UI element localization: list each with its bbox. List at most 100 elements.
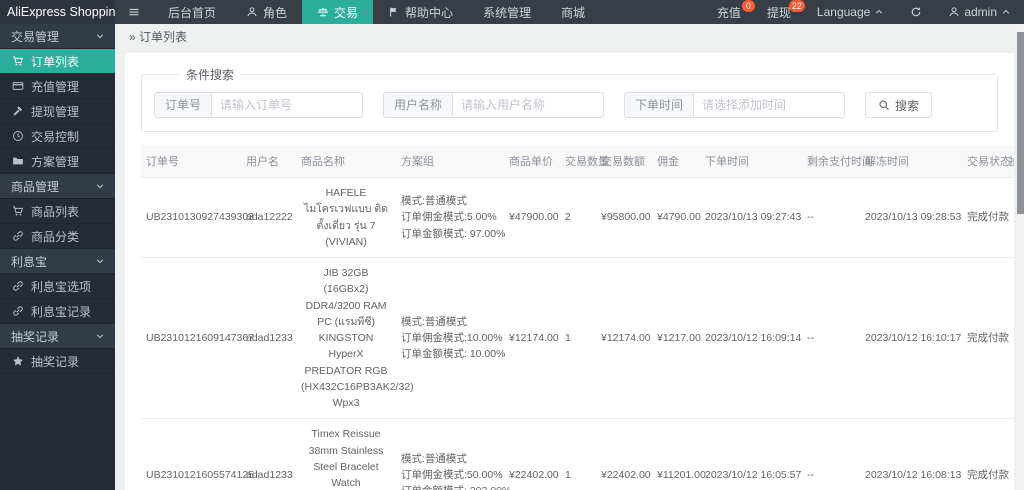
order-no-field-label: 订单号: [154, 92, 212, 118]
refresh-icon: [910, 6, 922, 18]
top-nav: 后台首页 角色 交易 帮助中心 系统管理 商城: [153, 0, 600, 24]
withdraw-menu-item[interactable]: 提现 22: [754, 0, 805, 24]
language-label: Language: [816, 5, 871, 19]
sidebar-item-plan-manage[interactable]: 方案管理: [0, 149, 115, 174]
username-label: admin: [964, 5, 997, 19]
table-row: UB2310121605574125 adad1233 Timex Reissue …: [141, 418, 1014, 490]
chevron-up-icon: [1001, 7, 1011, 17]
sidebar-item-label: 抽奖记录: [31, 354, 80, 369]
cell-unfreeze-time: 2023/10/12 16:10:17: [860, 257, 962, 420]
search-panel-legend: 条件搜索: [186, 68, 235, 82]
cell-plan: 模式:普通模式 订单佣金模式:10.00% 订单金额模式: 10.00%: [396, 257, 506, 420]
cell-commission: ¥4790.00: [652, 177, 701, 259]
col-order-time: 下单时间: [700, 145, 802, 178]
plan-line: 订单金额模式: 10.00%: [401, 348, 506, 361]
search-icon: [878, 99, 890, 111]
cell-username: adad1233: [241, 257, 296, 420]
cell-amount: ¥95800.00: [596, 177, 652, 259]
sidebar-item-product-list[interactable]: 商品列表: [0, 199, 115, 224]
cell-username: adad1233: [241, 418, 296, 490]
cell-unit-price: ¥22402.00: [504, 418, 560, 490]
app-logo: AliExpress Shopping...: [0, 0, 115, 24]
plan-line: 订单佣金模式:50.00%: [401, 469, 503, 482]
cell-order-no: UB2310121609147367: [141, 257, 254, 420]
sidebar-group-product-group[interactable]: 商品管理: [0, 174, 115, 199]
sidebar-group-trade-group[interactable]: 交易管理: [0, 24, 115, 49]
plan-line: 订单金额模式: 97.00%: [401, 227, 506, 240]
table-head-row: 订单号 用户名 商品名称 方案组 商品单价 交易数量 交易数额 佣金 下单时间 剩余支付时间 解冻时…: [141, 145, 1014, 178]
withdraw-badge: 22: [788, 0, 805, 12]
clock-icon: [12, 130, 24, 142]
link-icon: [12, 280, 24, 292]
sidebar-group-interest-group[interactable]: 利息宝: [0, 249, 115, 274]
sidebar-item-label: 方案管理: [31, 154, 80, 169]
plan-line: 订单金额模式: 202.00%: [401, 483, 511, 490]
scales-icon: [317, 6, 329, 18]
nav-item-label: 后台首页: [168, 5, 217, 20]
search-panel: 条件搜索 订单号 用户名称 下单时间 搜索: [141, 66, 998, 132]
nav-item-roles[interactable]: 角色: [231, 0, 302, 24]
sidebar-item-label: 充值管理: [31, 79, 80, 94]
user-menu[interactable]: admin: [935, 0, 1024, 24]
sidebar-item-interest-records[interactable]: 利息宝记录: [0, 299, 115, 324]
scrollbar-thumb[interactable]: [1017, 32, 1024, 214]
language-dropdown[interactable]: Language: [804, 0, 897, 24]
cell-plan: 模式:普通模式订单佣金模式:50.00%订单金额模式: 202.00%: [396, 418, 511, 490]
folder-icon: [12, 155, 24, 167]
nav-item-mall[interactable]: 商城: [546, 0, 600, 24]
nav-item-home[interactable]: 后台首页: [153, 0, 231, 24]
cell-product: Timex Reissue 38mm Stainless Steel Brace…: [296, 418, 396, 490]
cell-unfreeze-time: 2023/10/13 09:28:53: [860, 177, 962, 259]
nav-item-system[interactable]: 系统管理: [468, 0, 546, 24]
star-icon: [12, 355, 24, 367]
cell-unit-price: ¥12174.00: [504, 257, 560, 420]
table-body: UB2310130927439303 ada12222 HAFELE ไมโครเว…: [141, 177, 1014, 490]
cell-status: 完成付款: [962, 257, 1009, 420]
plan-line: 订单佣金模式:5.00%: [401, 211, 497, 224]
sidebar-group-lottery-group[interactable]: 抽奖记录: [0, 324, 115, 349]
sidebar-toggle-button[interactable]: [115, 0, 153, 24]
sidebar-item-label: 利息宝选项: [31, 279, 92, 294]
refresh-button[interactable]: [897, 0, 935, 24]
cell-amount: ¥22402.00: [596, 418, 652, 490]
breadcrumb: » 订单列表: [115, 24, 1024, 51]
sidebar-item-order-list[interactable]: 订单列表: [0, 49, 115, 74]
nav-item-trade[interactable]: 交易: [302, 0, 374, 24]
sidebar-item-trade-control[interactable]: 交易控制: [0, 124, 115, 149]
nav-item-help[interactable]: 帮助中心: [373, 0, 468, 24]
recharge-menu-item[interactable]: 充值 0: [704, 0, 755, 24]
person-icon: [246, 6, 258, 18]
search-button[interactable]: 搜索: [865, 92, 933, 118]
sidebar-item-withdraw-manage[interactable]: 提现管理: [0, 99, 115, 124]
chevron-down-icon: [95, 181, 105, 191]
plan-line: 模式:普通模式: [401, 195, 467, 208]
cell-unfreeze-time: 2023/10/12 16:08:13: [860, 418, 962, 490]
sidebar-item-recharge-manage[interactable]: 充值管理: [0, 74, 115, 99]
order-time-input[interactable]: [693, 92, 846, 118]
cell-username: ada12222: [241, 177, 296, 259]
cell-qty: 1: [560, 257, 596, 420]
sidebar-item-label: 商品列表: [31, 204, 80, 219]
vertical-scrollbar[interactable]: [1017, 24, 1024, 490]
col-commission: 佣金: [652, 145, 700, 178]
sidebar-item-product-category[interactable]: 商品分类: [0, 224, 115, 249]
sidebar-item-lottery-records[interactable]: 抽奖记录: [0, 349, 115, 374]
cell-product: HAFELE ไมโครเวฟแบบ ติดตั้งเดี่ยว รุ่น 7 …: [296, 177, 396, 259]
username-field-group: 用户名称: [383, 92, 605, 118]
topbar-right: 充值 0 提现 22 Language admin: [704, 0, 1024, 24]
sidebar-item-interest-options[interactable]: 利息宝选项: [0, 274, 115, 299]
table-row: UB2310121609147367 adad1233 JIB 32GB (16GB…: [141, 257, 1014, 420]
sidebar-group-label: 商品管理: [11, 179, 60, 194]
chevron-down-icon: [95, 256, 105, 266]
order-no-input[interactable]: [211, 92, 364, 118]
username-field-label: 用户名称: [383, 92, 453, 118]
chevron-down-icon: [95, 331, 105, 341]
col-unfreeze-time: 解冻时间: [860, 145, 962, 178]
cell-qty: 1: [560, 418, 596, 490]
cell-amount: ¥12174.00: [596, 257, 652, 420]
cell-remaining: --: [802, 418, 860, 490]
cell-unit-price: ¥47900.00: [504, 177, 560, 259]
cell-commission: ¥11201.00: [652, 418, 706, 490]
sidebar-group-label: 交易管理: [11, 29, 60, 44]
username-input[interactable]: [452, 92, 605, 118]
